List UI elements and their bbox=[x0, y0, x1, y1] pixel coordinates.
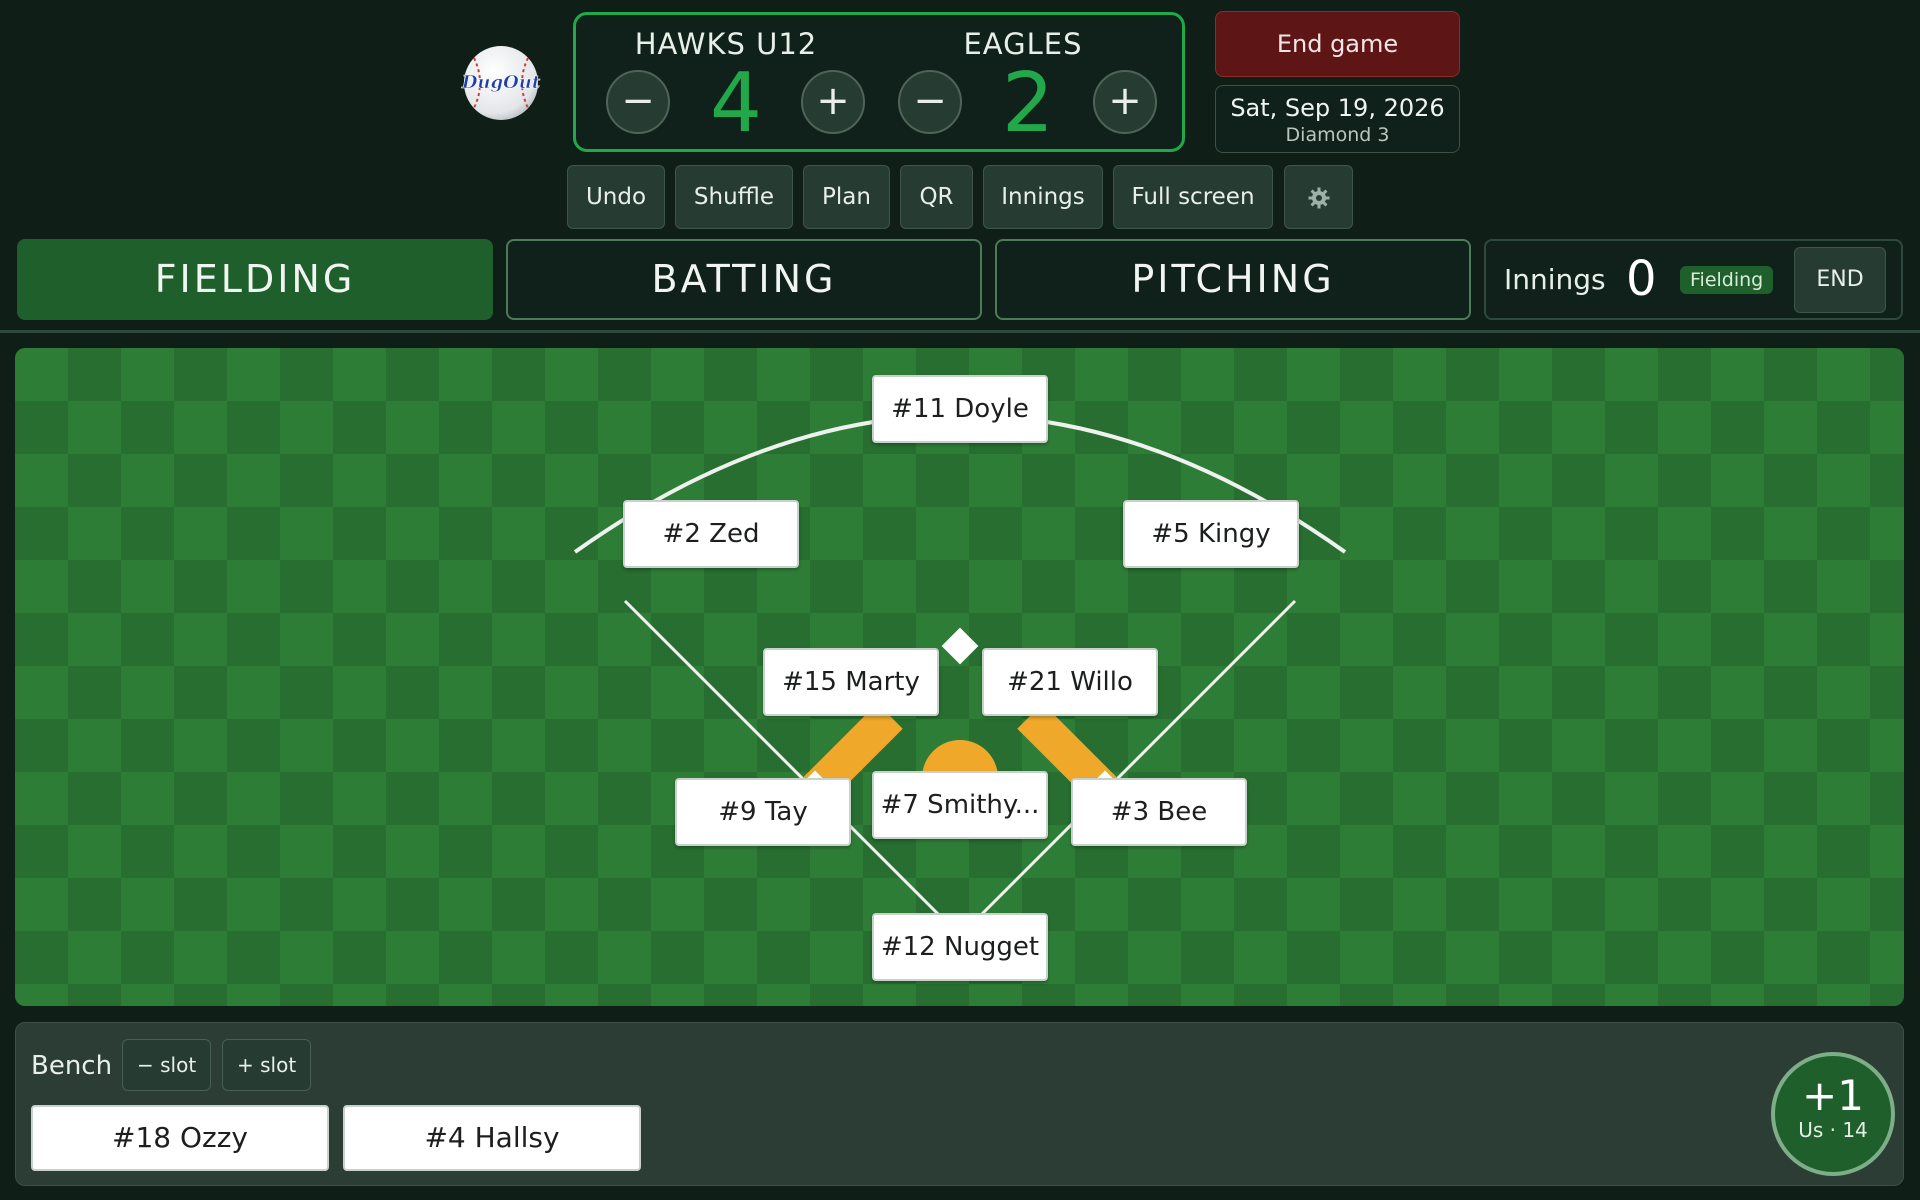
innings-end-button[interactable]: END bbox=[1794, 247, 1886, 313]
tab-pitching[interactable]: PITCHING bbox=[995, 239, 1471, 320]
header-divider bbox=[0, 330, 1920, 333]
fullscreen-button[interactable]: Full screen bbox=[1113, 165, 1273, 229]
position-first-base[interactable]: #3 Bee bbox=[1071, 778, 1247, 846]
position-right-field[interactable]: #5 Kingy bbox=[1123, 500, 1299, 568]
bench-player[interactable]: #4 Hallsy bbox=[343, 1105, 641, 1171]
bench-panel: Bench − slot + slot #18 Ozzy #4 Hallsy bbox=[15, 1022, 1904, 1186]
position-shortstop[interactable]: #15 Marty bbox=[763, 648, 939, 716]
bench-title: Bench bbox=[31, 1051, 113, 1081]
app-root: DugOut HAWKS U12 − 4 + EAGLES − 2 + End … bbox=[0, 0, 1920, 1200]
innings-mode-badge: Fielding bbox=[1680, 266, 1774, 294]
bench-player[interactable]: #18 Ozzy bbox=[31, 1105, 329, 1171]
add-slot-button[interactable]: + slot bbox=[222, 1039, 312, 1091]
field-lines bbox=[573, 413, 1347, 938]
qr-button[interactable]: QR bbox=[900, 165, 973, 229]
away-team: EAGLES − 2 + bbox=[873, 15, 1173, 149]
position-center-field[interactable]: #11 Doyle bbox=[872, 375, 1048, 443]
away-score-increment-button[interactable]: + bbox=[1093, 70, 1157, 134]
scoreboard: HAWKS U12 − 4 + EAGLES − 2 + bbox=[573, 12, 1185, 152]
home-score: 4 bbox=[709, 56, 763, 151]
add-run-label: +1 bbox=[1802, 1071, 1864, 1120]
end-game-button[interactable]: End game bbox=[1215, 11, 1460, 77]
innings-panel: Innings 0 Fielding END bbox=[1484, 239, 1903, 320]
innings-button[interactable]: Innings bbox=[983, 165, 1103, 229]
away-score-decrement-button[interactable]: − bbox=[898, 70, 962, 134]
tab-batting[interactable]: BATTING bbox=[506, 239, 982, 320]
game-info: Sat, Sep 19, 2026 Diamond 3 bbox=[1215, 85, 1460, 153]
settings-button[interactable] bbox=[1284, 165, 1353, 229]
shuffle-button[interactable]: Shuffle bbox=[675, 165, 793, 229]
innings-count: 0 bbox=[1626, 251, 1657, 307]
second-base bbox=[941, 627, 979, 665]
position-catcher[interactable]: #12 Nugget bbox=[872, 913, 1048, 981]
undo-button[interactable]: Undo bbox=[567, 165, 665, 229]
remove-slot-button[interactable]: − slot bbox=[122, 1039, 212, 1091]
baseball-field: #11 Doyle #2 Zed #5 Kingy #15 Marty #21 … bbox=[15, 348, 1904, 1006]
dugout-logo: DugOut bbox=[461, 46, 541, 120]
position-pitcher[interactable]: #7 Smithy... bbox=[872, 771, 1048, 839]
position-second-base[interactable]: #21 Willo bbox=[982, 648, 1158, 716]
home-score-increment-button[interactable]: + bbox=[801, 70, 865, 134]
logo-text: DugOut bbox=[461, 72, 541, 93]
plan-button[interactable]: Plan bbox=[803, 165, 890, 229]
home-score-decrement-button[interactable]: − bbox=[606, 70, 670, 134]
add-run-button[interactable]: +1 Us · 14 bbox=[1771, 1052, 1895, 1176]
position-left-field[interactable]: #2 Zed bbox=[623, 500, 799, 568]
position-third-base[interactable]: #9 Tay bbox=[675, 778, 851, 846]
innings-label: Innings bbox=[1504, 263, 1606, 296]
game-date: Sat, Sep 19, 2026 bbox=[1230, 94, 1445, 122]
away-score: 2 bbox=[1001, 56, 1055, 151]
gear-icon bbox=[1308, 187, 1329, 209]
home-team: HAWKS U12 − 4 + bbox=[576, 15, 876, 149]
add-run-sublabel: Us · 14 bbox=[1798, 1118, 1868, 1142]
game-venue: Diamond 3 bbox=[1285, 124, 1390, 146]
tab-fielding[interactable]: FIELDING bbox=[17, 239, 493, 320]
